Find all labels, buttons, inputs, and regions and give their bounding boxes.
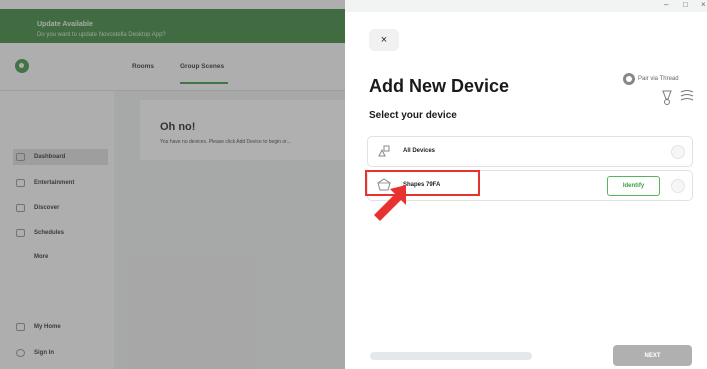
device-select-radio[interactable]	[671, 145, 685, 159]
dialog-title: Add New Device	[369, 76, 510, 96]
next-button[interactable]: NEXT	[613, 345, 692, 366]
window-close-button[interactable]: ×	[701, 0, 706, 10]
thread-icon	[623, 73, 635, 85]
pair-via-thread-link[interactable]: Pair via Thread	[623, 73, 679, 85]
minimize-button[interactable]: –	[664, 0, 668, 10]
dialog-subtitle: Select your device	[369, 110, 457, 121]
devices-icon	[377, 144, 391, 158]
bulb-icon[interactable]	[661, 88, 673, 106]
dialog-close-button[interactable]: ×	[369, 29, 399, 51]
device-label: All Devices	[403, 148, 436, 154]
identify-button[interactable]: Identify	[607, 176, 660, 196]
modal-overlay[interactable]	[0, 0, 345, 369]
pair-via-thread-label: Pair via Thread	[638, 76, 679, 82]
device-select-radio[interactable]	[671, 179, 685, 193]
maximize-button[interactable]: □	[683, 0, 688, 10]
light-strip-icon[interactable]	[679, 88, 695, 104]
device-row-all-devices[interactable]: All Devices	[367, 136, 693, 167]
annotation-arrow-icon	[374, 185, 406, 221]
setup-progress-bar	[370, 352, 532, 360]
